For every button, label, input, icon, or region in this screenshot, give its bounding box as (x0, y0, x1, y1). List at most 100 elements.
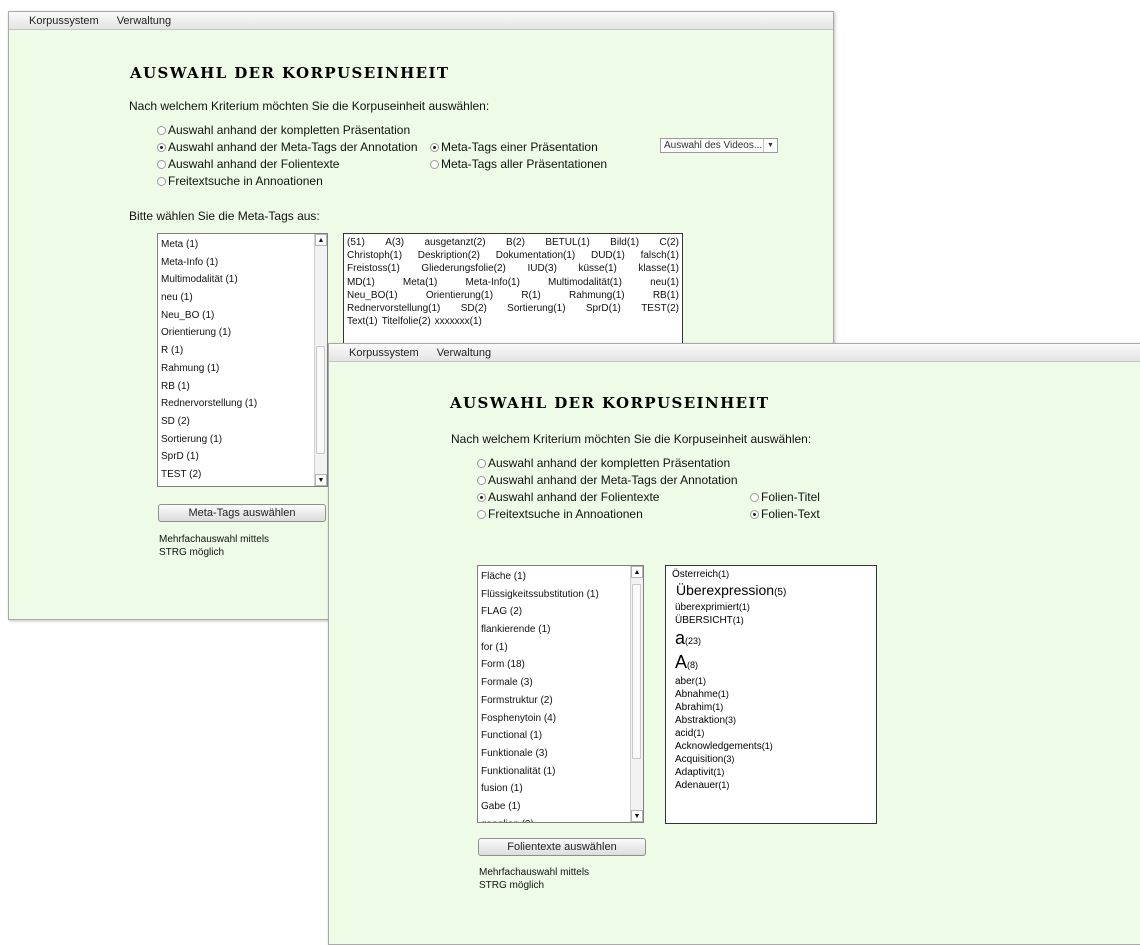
menu-korpussystem[interactable]: Korpussystem (349, 347, 419, 359)
list-item[interactable]: Multimodalität (1) (161, 271, 313, 289)
tag-cloud-word[interactable]: IUD(3) (527, 262, 556, 275)
tag-cloud-word[interactable]: Rednervorstellung(1) (347, 302, 440, 315)
scroll-up-icon[interactable]: ▲ (631, 566, 643, 578)
list-item[interactable]: Formstruktur (2) (481, 692, 629, 710)
scroll-down-icon[interactable]: ▼ (315, 474, 327, 486)
tag-cloud-word[interactable]: Text(1) (347, 315, 378, 328)
radio-icon[interactable] (477, 475, 486, 485)
radio-icon[interactable] (157, 125, 166, 135)
term-cloud-word[interactable]: ÜBERSICHT(1) (672, 613, 872, 626)
list-item[interactable]: Text (1) (161, 484, 313, 486)
term-cloud-word[interactable]: aber(1) (672, 674, 872, 687)
menu-verwaltung[interactable]: Verwaltung (437, 347, 491, 359)
tag-cloud-word[interactable]: Rahmung(1) (569, 289, 625, 302)
list-item[interactable]: TEST (2) (161, 466, 313, 484)
term-cloud-word[interactable]: A(8) (672, 650, 872, 674)
radio-icon[interactable] (477, 492, 486, 502)
list-item[interactable]: Orientierung (1) (161, 324, 313, 342)
tag-cloud-word[interactable]: Freistoss(1) (347, 262, 400, 275)
radio-icon[interactable] (157, 142, 166, 152)
menu-verwaltung[interactable]: Verwaltung (117, 15, 171, 27)
list-item[interactable]: SprD (1) (161, 448, 313, 466)
list-item[interactable]: ganglion (2) (481, 816, 629, 822)
term-cloud-word[interactable]: Adaptivit(1) (672, 765, 872, 778)
list-item[interactable]: Form (18) (481, 656, 629, 674)
tag-cloud-word[interactable]: xxxxxxx(1) (435, 315, 482, 328)
radio-option-presentation[interactable]: Auswahl anhand der kompletten Präsentati… (157, 123, 410, 137)
scroll-up-icon[interactable]: ▲ (315, 234, 327, 246)
list-item[interactable]: Formale (3) (481, 674, 629, 692)
tag-cloud-word[interactable]: SprD(1) (586, 302, 621, 315)
term-cloud-word[interactable]: Österreich(1) (672, 567, 872, 580)
tag-cloud-word[interactable]: Orientierung(1) (426, 289, 493, 302)
tag-cloud-word[interactable]: Multimodalität(1) (548, 276, 622, 289)
select-meta-tags-button[interactable]: Meta-Tags auswählen (158, 504, 326, 522)
radio-icon[interactable] (157, 159, 166, 169)
radio-icon[interactable] (750, 492, 759, 502)
tag-cloud-word[interactable]: Christoph(1) (347, 249, 402, 262)
term-cloud-word[interactable]: Abrahim(1) (672, 700, 872, 713)
menu-korpussystem[interactable]: Korpussystem (29, 15, 99, 27)
radio-icon[interactable] (157, 176, 166, 186)
slide-terms-listbox[interactable]: Fläche (1) Flüssigkeitssubstitution (1) FL… (477, 565, 644, 823)
term-cloud-word[interactable]: Abstraktion(3) (672, 713, 872, 726)
list-item[interactable]: FLAG (2) (481, 603, 629, 621)
tag-cloud-word[interactable]: Deskription(2) (418, 249, 480, 262)
radio-slide-text[interactable]: Folien-Text (750, 507, 820, 521)
radio-option-slide-texts[interactable]: Auswahl anhand der Folientexte (477, 490, 659, 504)
chevron-down-icon[interactable]: ▼ (763, 139, 777, 152)
scroll-thumb[interactable] (316, 346, 325, 454)
list-item[interactable]: Funktionalität (1) (481, 763, 629, 781)
term-cloud-word[interactable]: Acknowledgements(1) (672, 739, 872, 752)
term-cloud-word[interactable]: Adenauer(1) (672, 778, 872, 791)
radio-option-meta-tags[interactable]: Auswahl anhand der Meta-Tags der Annotat… (157, 140, 418, 154)
radio-option-freetext[interactable]: Freitextsuche in Annoationen (157, 174, 323, 188)
tag-cloud-word[interactable]: Meta-Info(1) (465, 276, 519, 289)
tag-cloud-word[interactable]: RB(1) (653, 289, 679, 302)
radio-option-freetext[interactable]: Freitextsuche in Annoationen (477, 507, 643, 521)
meta-tags-listbox[interactable]: Meta (1) Meta-Info (1) Multimodalität (1) n… (157, 233, 328, 487)
list-item[interactable]: Flüssigkeitssubstitution (1) (481, 586, 629, 604)
scroll-thumb[interactable] (632, 584, 641, 759)
tag-cloud-word[interactable]: (51) (347, 236, 365, 249)
term-cloud-word[interactable]: a(23) (672, 626, 872, 650)
video-select[interactable]: Auswahl des Videos... ▼ (660, 138, 778, 153)
tag-cloud-word[interactable]: C(2) (659, 236, 678, 249)
list-item[interactable]: Neu_BO (1) (161, 307, 313, 325)
list-item[interactable]: Rahmung (1) (161, 360, 313, 378)
term-cloud-word[interactable]: Abnahme(1) (672, 687, 872, 700)
select-slide-texts-button[interactable]: Folientexte auswählen (478, 838, 646, 856)
tag-cloud-word[interactable]: BETUL(1) (545, 236, 589, 249)
tag-cloud-word[interactable]: ausgetanzt(2) (424, 236, 485, 249)
term-cloud-word[interactable]: Acquisition(3) (672, 752, 872, 765)
list-item[interactable]: SD (2) (161, 413, 313, 431)
list-item[interactable]: Gabe (1) (481, 798, 629, 816)
radio-option-meta-tags[interactable]: Auswahl anhand der Meta-Tags der Annotat… (477, 473, 738, 487)
list-item[interactable]: Sortierung (1) (161, 431, 313, 449)
tag-cloud-word[interactable]: R(1) (521, 289, 540, 302)
list-item[interactable]: for (1) (481, 639, 629, 657)
term-cloud-word[interactable]: acid(1) (672, 726, 872, 739)
tag-cloud-word[interactable]: Gliederungsfolie(2) (421, 262, 506, 275)
radio-icon[interactable] (477, 458, 486, 468)
scroll-down-icon[interactable]: ▼ (631, 810, 643, 822)
list-item[interactable]: flankierende (1) (481, 621, 629, 639)
radio-icon[interactable] (477, 509, 486, 519)
list-item[interactable]: R (1) (161, 342, 313, 360)
tag-cloud-word[interactable]: SD(2) (461, 302, 487, 315)
list-item[interactable]: Fläche (1) (481, 568, 629, 586)
tag-cloud-word[interactable]: klasse(1) (638, 262, 679, 275)
tag-cloud-word[interactable]: DUD(1) (591, 249, 625, 262)
list-item[interactable]: RB (1) (161, 378, 313, 396)
tag-cloud-word[interactable]: Dokumentation(1) (496, 249, 575, 262)
list-item[interactable]: Funktionale (3) (481, 745, 629, 763)
list-item[interactable]: Functional (1) (481, 727, 629, 745)
radio-icon[interactable] (750, 509, 759, 519)
tag-cloud-word[interactable]: falsch(1) (641, 249, 679, 262)
tag-cloud-word[interactable]: B(2) (506, 236, 525, 249)
tag-cloud-word[interactable]: TEST(2) (641, 302, 679, 315)
list-item[interactable]: Fosphenytoin (4) (481, 710, 629, 728)
tag-cloud-word[interactable]: Sortierung(1) (507, 302, 565, 315)
radio-meta-tags-one-presentation[interactable]: Meta-Tags einer Präsentation (430, 140, 598, 154)
radio-icon[interactable] (430, 159, 439, 169)
